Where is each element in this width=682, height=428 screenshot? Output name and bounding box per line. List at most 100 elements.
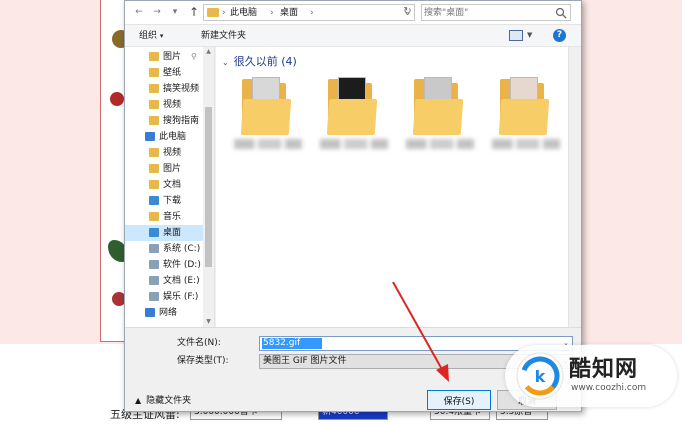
search-input[interactable] [424, 6, 548, 19]
folder-icon [498, 99, 550, 135]
nav-item-label: 软件 (D:) [163, 260, 201, 270]
nav-item-label: 视频 [163, 100, 182, 110]
filetype-value: 美图王 GIF 图片文件 [263, 356, 347, 366]
nav-item[interactable]: 视频 [125, 145, 203, 161]
file-name [492, 139, 560, 149]
nav-item-label: 搜狗指南 [163, 116, 200, 126]
back-icon[interactable]: ← [133, 6, 145, 18]
drive-icon [149, 260, 159, 269]
desktop-icon [149, 228, 159, 237]
search-box[interactable] [421, 4, 571, 21]
pin-icon: ⚲ [191, 52, 197, 61]
nav-item-label: 下载 [163, 196, 182, 206]
nav-item[interactable]: 系统 (C:) [125, 241, 203, 257]
nav-item[interactable]: 搞笑视频 [125, 81, 203, 97]
nav-item-label: 系统 (C:) [163, 244, 201, 254]
nav-item[interactable]: 娱乐 (F:) [125, 289, 203, 305]
refresh-icon[interactable]: ↻ [401, 5, 414, 18]
file-name [234, 139, 302, 149]
address-bar[interactable]: › 此电脑 › 桌面 › ⌄ [203, 4, 415, 21]
filetype-label: 保存类型(T): [177, 356, 229, 366]
chevron-down-icon: ▾ [159, 32, 164, 40]
folder-icon [240, 99, 292, 135]
nav-item[interactable]: 此电脑 [125, 129, 203, 145]
nav-item-label: 娱乐 (F:) [163, 292, 199, 302]
forward-icon[interactable]: → [151, 6, 163, 18]
file-name [406, 139, 474, 149]
nav-item[interactable]: 音乐 [125, 209, 203, 225]
content-scrollbar[interactable] [568, 47, 581, 327]
nav-item-label: 此电脑 [159, 132, 187, 142]
svg-text:k: k [535, 367, 546, 386]
group-title: 很久以前 (4) [233, 55, 297, 68]
nav-item-label: 网络 [159, 308, 178, 318]
network-icon [145, 308, 155, 317]
nav-item[interactable]: 桌面 [125, 225, 203, 241]
nav-item-label: 图片 [163, 52, 182, 62]
nav-item[interactable]: 网络 [125, 305, 203, 321]
save-as-dialog: ← → ▾ ↑ › 此电脑 › 桌面 › ⌄ ↻ 组织 ▾ 新建文件夹 ▼ ? [124, 0, 582, 412]
hide-folders-toggle[interactable]: ▲ 隐藏文件夹 [135, 395, 191, 407]
organize-label: 组织 [139, 31, 158, 41]
nav-item[interactable]: 文档 [125, 177, 203, 193]
drive-icon [149, 292, 159, 301]
breadcrumb-separator[interactable]: › [270, 6, 274, 20]
file-item[interactable] [320, 77, 388, 157]
coozhi-logo-icon: k [516, 352, 564, 400]
address-row: ← → ▾ ↑ › 此电脑 › 桌面 › ⌄ ↻ [125, 1, 581, 25]
nav-item[interactable]: 软件 (D:) [125, 257, 203, 273]
view-options-icon[interactable] [509, 30, 523, 41]
watermark-url: www.coozhi.com [571, 383, 647, 393]
new-folder-button[interactable]: 新建文件夹 [201, 29, 246, 43]
drive-icon [149, 276, 159, 285]
file-item[interactable] [234, 77, 302, 157]
videos-icon [149, 148, 159, 157]
nav-item-label: 音乐 [163, 212, 182, 222]
nav-item-label: 桌面 [163, 228, 182, 238]
nav-scroll-thumb[interactable] [205, 107, 212, 267]
search-icon[interactable] [555, 7, 567, 19]
save-button[interactable]: 保存(S) [427, 390, 491, 410]
group-header[interactable]: ⌄ 很久以前 (4) [222, 53, 297, 69]
organize-button[interactable]: 组织 ▾ [139, 29, 163, 43]
watermark: k 酷知网 www.coozhi.com [505, 345, 677, 407]
nav-item-label: 图片 [163, 164, 182, 174]
scroll-down-icon[interactable]: ▼ [203, 317, 214, 327]
up-arrow-icon[interactable]: ↑ [187, 5, 201, 19]
breadcrumb-desktop[interactable]: 桌面 [280, 6, 298, 20]
nav-item-label: 文档 [163, 180, 182, 190]
breadcrumb-separator[interactable]: › [310, 6, 314, 20]
filename-input[interactable] [262, 338, 322, 349]
nav-item-label: 搞笑视频 [163, 84, 200, 94]
file-list: ⌄ 很久以前 (4) [216, 47, 571, 327]
hide-folders-label: 隐藏文件夹 [146, 396, 192, 406]
nav-item-label: 视频 [163, 148, 182, 158]
nav-item[interactable]: 壁纸 [125, 65, 203, 81]
nav-item[interactable]: 下载 [125, 193, 203, 209]
nav-item[interactable]: 图片 [125, 161, 203, 177]
breadcrumb-this-pc[interactable]: 此电脑 [230, 6, 257, 20]
breadcrumb-separator[interactable]: › [222, 6, 226, 20]
file-name [320, 139, 388, 149]
recent-locations-icon[interactable]: ▾ [169, 6, 181, 18]
downloads-icon [149, 196, 159, 205]
nav-item[interactable]: 搜狗指南 [125, 113, 203, 129]
nav-item[interactable]: 视频 [125, 97, 203, 113]
help-icon[interactable]: ? [553, 29, 566, 42]
scroll-up-icon[interactable]: ▲ [203, 47, 214, 57]
music-icon [149, 212, 159, 221]
nav-item[interactable]: 文档 (E:) [125, 273, 203, 289]
nav-scrollbar[interactable]: ▲ ▼ [203, 47, 214, 327]
pictures-icon [149, 52, 159, 61]
navigation-pane: 图片 ⚲ 壁纸 搞笑视频 视频 搜狗指南 此电脑 视频 图片 文档 下载 音乐 桌面 系统 (C:) 软件 … [125, 47, 215, 327]
file-item[interactable] [492, 77, 560, 157]
pictures-icon [149, 164, 159, 173]
toolbar: 组织 ▾ 新建文件夹 ▼ ? [125, 25, 581, 47]
file-item[interactable] [406, 77, 474, 157]
nav-item[interactable]: 图片 ⚲ [125, 49, 203, 65]
folder-icon [149, 68, 159, 77]
chevron-down-icon[interactable]: ▼ [527, 30, 532, 41]
folder-icon [412, 99, 464, 135]
ornament-icon [110, 92, 124, 106]
folder-icon [207, 8, 219, 17]
